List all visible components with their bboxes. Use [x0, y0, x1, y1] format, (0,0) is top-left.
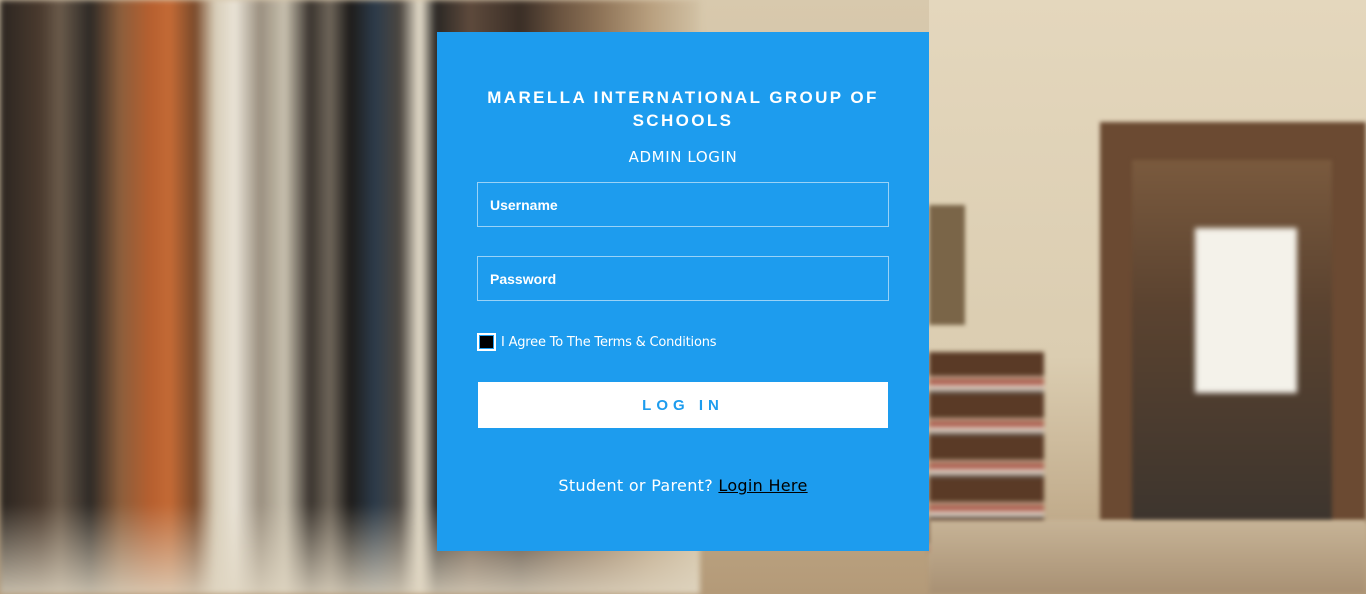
- student-parent-prompt: Student or Parent?: [558, 476, 719, 495]
- student-parent-login-link[interactable]: Login Here: [718, 476, 807, 495]
- terms-checkbox[interactable]: [477, 333, 496, 351]
- terms-agreement[interactable]: I Agree To The Terms & Conditions: [477, 332, 717, 352]
- student-parent-login-row: Student or Parent? Login Here: [437, 476, 929, 495]
- floor-background: [929, 520, 1366, 594]
- organization-title: MARELLA INTERNATIONAL GROUP OF SCHOOLS: [487, 88, 879, 130]
- username-input[interactable]: [477, 182, 889, 227]
- wall-picture-background: [929, 205, 965, 325]
- window-background: [1195, 228, 1297, 393]
- admin-login-heading: ADMIN LOGIN: [628, 148, 738, 166]
- terms-label: I Agree To The Terms & Conditions: [501, 334, 717, 350]
- password-input[interactable]: [477, 256, 889, 301]
- login-card: MARELLA INTERNATIONAL GROUP OF SCHOOLS A…: [437, 32, 929, 551]
- login-button[interactable]: LOG IN: [478, 382, 888, 428]
